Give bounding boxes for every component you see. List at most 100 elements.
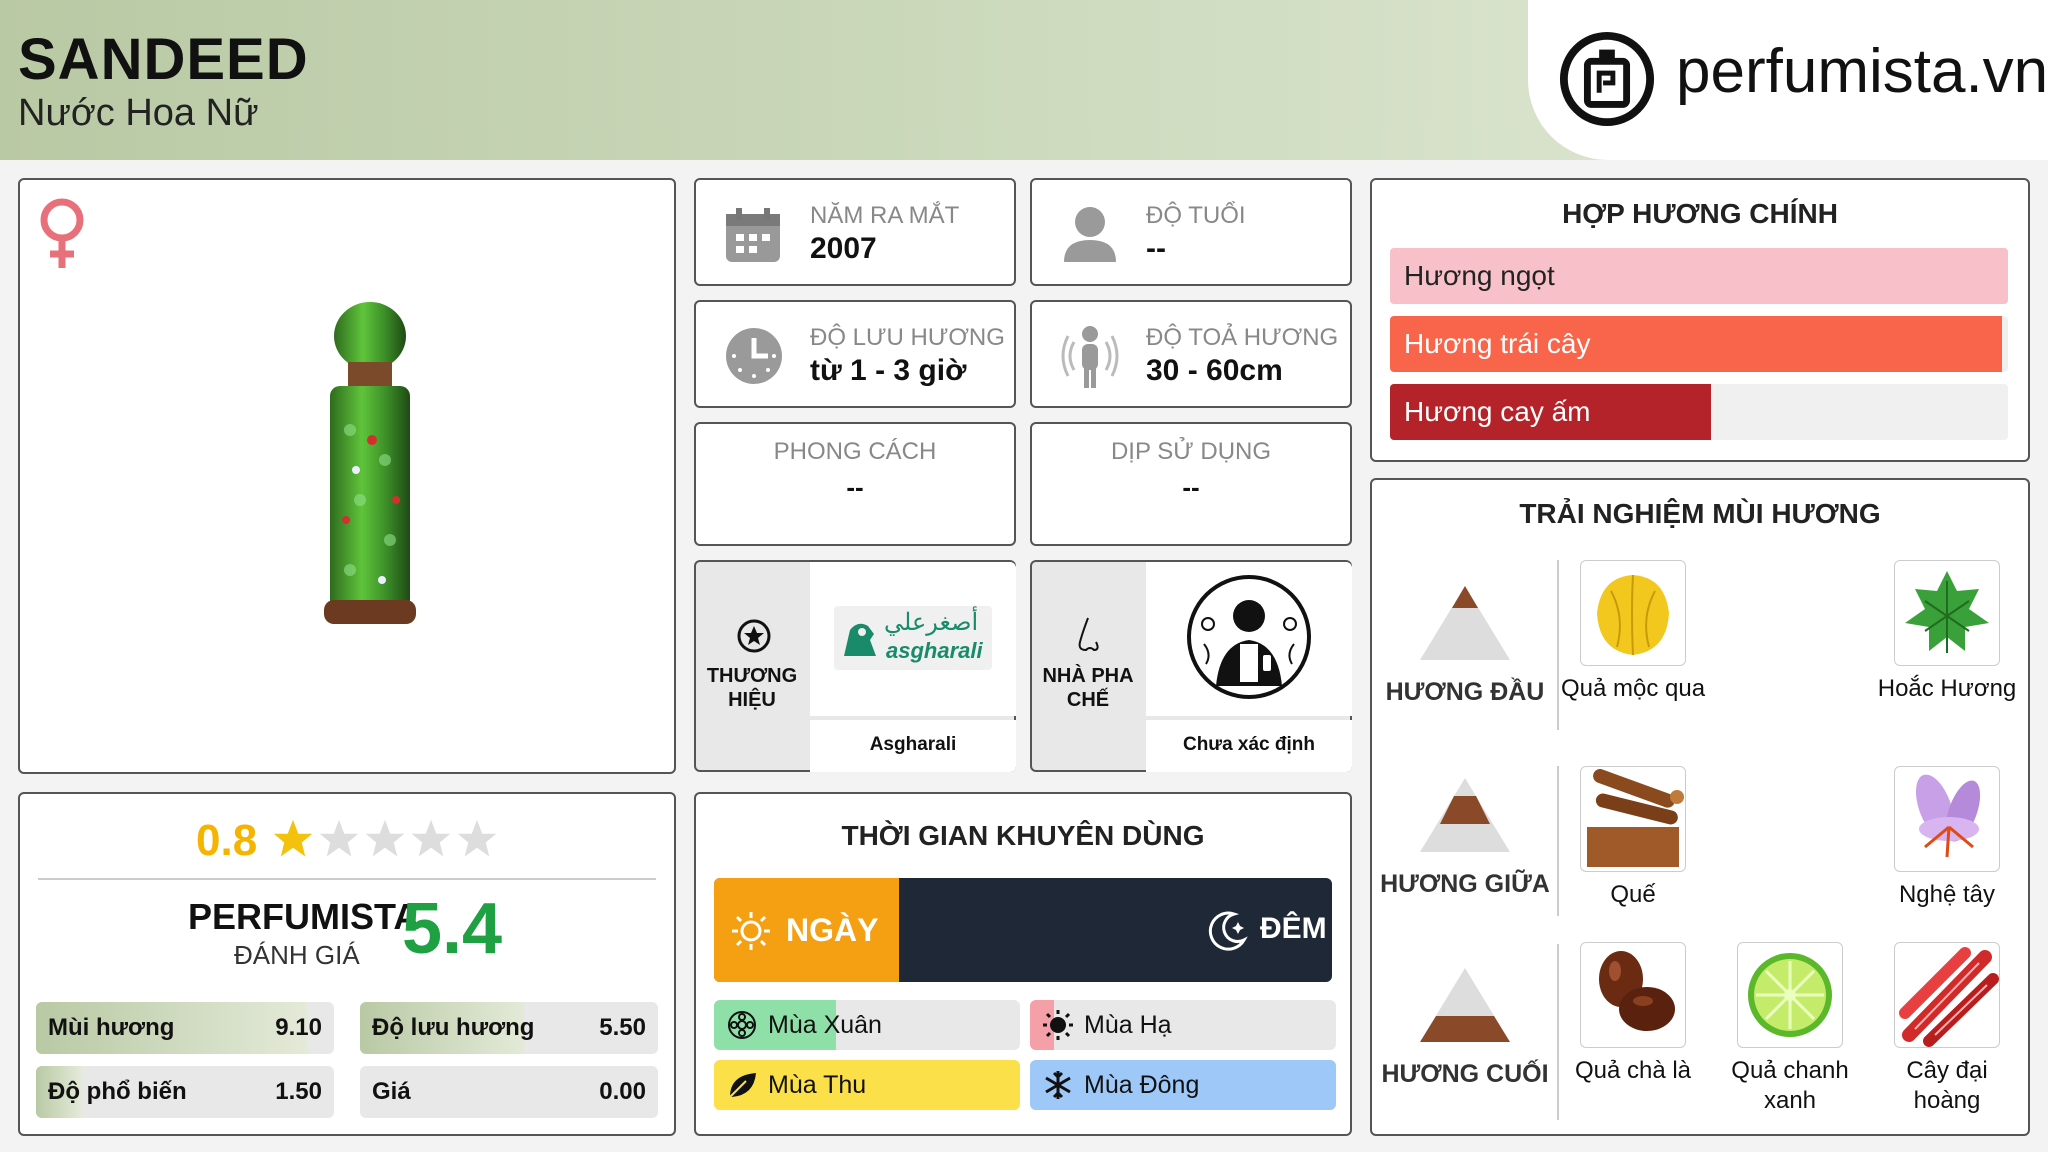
saffron-flower-icon (1915, 774, 1981, 858)
note-patchouli-label: Hoắc Hương (1877, 675, 2017, 702)
perfumer-card[interactable]: NHÀ PHA CHẾ Chưa xác định (1030, 560, 1352, 772)
season-autumn-label: Mùa Thu (768, 1071, 867, 1099)
season-winter: Mùa Đông (1030, 1060, 1336, 1110)
nose-icon (1078, 617, 1099, 652)
night-label: ĐÊM (1260, 912, 1327, 945)
release-year-value: 2007 (810, 232, 877, 265)
sillage-value: 30 - 60cm (1146, 354, 1283, 387)
accord-bar-fruity: Hương trái cây (1390, 316, 2008, 372)
main-accords-card: HỢP HƯƠNG CHÍNH Hương ngọt Hương trái câ… (1370, 178, 2030, 462)
perfume-bottle-image (324, 302, 416, 624)
age-label: ĐỘ TUỔI (1146, 202, 1246, 229)
star-icon-1 (273, 819, 313, 857)
brand-card[interactable]: THƯƠNG HIỆU أصغرعلي asgharali Asgharali (694, 560, 1016, 772)
rating-divider (38, 878, 656, 880)
release-year-label: NĂM RA MẮT (810, 202, 960, 229)
star-icon-3 (365, 819, 405, 857)
note-date-image[interactable] (1580, 942, 1686, 1048)
scent-pyramid-title: TRẢI NGHIỆM MÙI HƯƠNG (1519, 498, 1881, 529)
note-rhubarb-label: Cây đại hoàng (1906, 1057, 1988, 1114)
brand-logo[interactable]: perfumista.vn (1528, 0, 2048, 160)
stat-price-name: Giá (372, 1078, 411, 1105)
note-quince-label: Quả mộc qua (1560, 675, 1706, 702)
pyramid-base-icon (1420, 968, 1510, 1042)
longevity-value: từ 1 - 3 giờ (810, 354, 967, 387)
note-date-label: Quả chà là (1574, 1057, 1692, 1084)
note-rhubarb-image[interactable] (1894, 942, 2000, 1048)
cinnamon-icon (1587, 769, 1684, 867)
occasion-card: DỊP SỬ DỤNG -- (1030, 422, 1352, 546)
product-title: SANDEED (18, 27, 309, 92)
quince-icon (1597, 574, 1669, 656)
perfumer-avatar-area (1146, 562, 1352, 716)
age-value: -- (1146, 232, 1166, 265)
note-lime-label: Quả chanh xanh (1731, 1057, 1849, 1114)
note-lime-image[interactable] (1737, 942, 1843, 1048)
age-card: ĐỘ TUỔI -- (1030, 178, 1352, 286)
pyramid-divider-base (1557, 944, 1559, 1120)
day-label: NGÀY (786, 912, 879, 948)
product-subtitle: Nước Hoa Nữ (18, 92, 259, 134)
accord-sweet-label: Hương ngọt (1404, 260, 1555, 291)
season-winter-label: Mùa Đông (1084, 1071, 1200, 1099)
note-saffron-label: Nghệ tây (1898, 881, 1996, 908)
rating-card: 0.8 PERFUMISTA ĐÁNH GIÁ 5.4 Mùi hương 9.… (18, 792, 676, 1136)
moon-icon (1208, 911, 1248, 951)
accord-warm-spicy-label: Hương cay ấm (1404, 396, 1591, 427)
brand-name[interactable]: Asgharali (810, 734, 1016, 756)
accord-bar-warm-spicy: Hương cay ấm (1390, 384, 2008, 440)
style-card: PHONG CÁCH -- (694, 422, 1016, 546)
perfumer-label-line1: NHÀ PHA (1042, 665, 1134, 687)
perfumista-label: PERFUMISTA (188, 896, 420, 937)
clock-icon (726, 328, 782, 384)
season-spring: Mùa Xuân (714, 1000, 1020, 1050)
person-icon (1064, 207, 1116, 262)
stat-scent-name: Mùi hương (48, 1014, 175, 1041)
logo-text: perfumista.vn (1676, 37, 2048, 106)
lime-icon (1748, 953, 1832, 1037)
star-rating[interactable] (272, 818, 512, 864)
star-badge-icon (737, 619, 771, 653)
longevity-card: ĐỘ LƯU HƯƠNG từ 1 - 3 giờ (694, 300, 1016, 408)
star-icon-4 (411, 819, 451, 857)
lion-emblem-icon (844, 623, 876, 656)
main-accords-title: HỢP HƯƠNG CHÍNH (1562, 198, 1838, 229)
season-autumn-fill (714, 1060, 1020, 1110)
usage-time-card: THỜI GIAN KHUYÊN DÙNG NGÀY ĐÊM Mùa Xuân … (694, 792, 1352, 1136)
note-cinnamon-image[interactable] (1580, 766, 1686, 872)
summer-sun-icon (1043, 1010, 1073, 1040)
brand-logo-area: أصغرعلي asgharali (810, 562, 1016, 716)
release-year-card: NĂM RA MẮT 2007 (694, 178, 1016, 286)
note-saffron-image[interactable] (1894, 766, 2000, 872)
patchouli-leaf-icon (1905, 571, 1989, 653)
stat-longevity-value: 5.50 (599, 1014, 646, 1041)
star-icon-5 (457, 819, 497, 857)
stat-popularity: Độ phổ biến 1.50 (36, 1066, 334, 1118)
accord-bar-sweet: Hương ngọt (1390, 248, 2008, 304)
calendar-icon (726, 208, 780, 262)
sillage-label: ĐỘ TOẢ HƯƠNG (1146, 324, 1339, 351)
pyramid-middle-icon (1420, 778, 1510, 852)
middle-notes-label: HƯƠNG GIỮA (1380, 870, 1550, 898)
product-image-card (18, 178, 676, 774)
leaf-icon (729, 1073, 756, 1098)
date-fruit-icon (1599, 951, 1675, 1031)
perfumer-name[interactable]: Chưa xác định (1146, 734, 1352, 756)
perfume-bottle-logo-icon (1559, 31, 1655, 127)
style-label: PHONG CÁCH (773, 438, 937, 465)
star-icon-2 (319, 819, 359, 857)
note-cinnamon-label: Quế (1610, 881, 1656, 908)
season-autumn: Mùa Thu (714, 1060, 1020, 1110)
note-patchouli-image[interactable] (1894, 560, 2000, 666)
stat-popularity-name: Độ phổ biến (48, 1078, 187, 1105)
note-quince-image[interactable] (1580, 560, 1686, 666)
review-label: ĐÁNH GIÁ (234, 940, 360, 970)
stat-price-value: 0.00 (599, 1078, 646, 1105)
season-summer-label: Mùa Hạ (1084, 1011, 1172, 1039)
user-score: 0.8 (196, 816, 258, 865)
stat-longevity-name: Độ lưu hương (372, 1014, 535, 1041)
brand-logo-arabic: أصغرعلي (884, 609, 979, 636)
stat-scent-value: 9.10 (275, 1014, 322, 1041)
style-value: -- (846, 472, 864, 502)
perfumer-avatar (1187, 575, 1311, 699)
